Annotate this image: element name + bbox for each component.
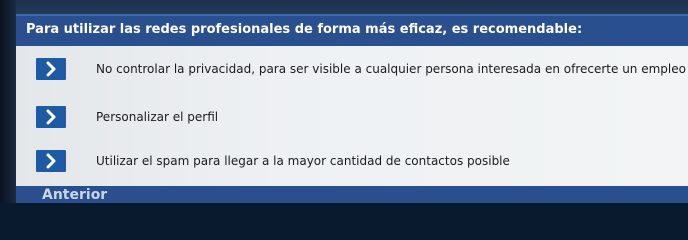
answer-option-label[interactable]: Personalizar el perfil (96, 110, 218, 124)
answer-option-3[interactable]: Utilizar el spam para llegar a la mayor … (16, 146, 688, 176)
screen-top-edge (0, 0, 688, 14)
chevron-right-icon[interactable] (36, 150, 66, 172)
previous-button[interactable]: Anterior (42, 187, 107, 203)
navigation-bar: Anterior (16, 186, 688, 203)
answer-option-label[interactable]: Utilizar el spam para llegar a la mayor … (96, 154, 510, 168)
answer-option-2[interactable]: Personalizar el perfil (16, 102, 688, 132)
chevron-right-icon[interactable] (36, 58, 66, 80)
question-header: Para utilizar las redes profesionales de… (16, 14, 688, 46)
options-panel: No controlar la privacidad, para ser vis… (16, 46, 688, 186)
screen-left-edge (0, 0, 16, 203)
answer-option-label[interactable]: No controlar la privacidad, para ser vis… (96, 62, 686, 76)
chevron-right-icon[interactable] (36, 106, 66, 128)
question-text: Para utilizar las redes profesionales de… (26, 22, 583, 37)
answer-option-1[interactable]: No controlar la privacidad, para ser vis… (16, 54, 688, 84)
